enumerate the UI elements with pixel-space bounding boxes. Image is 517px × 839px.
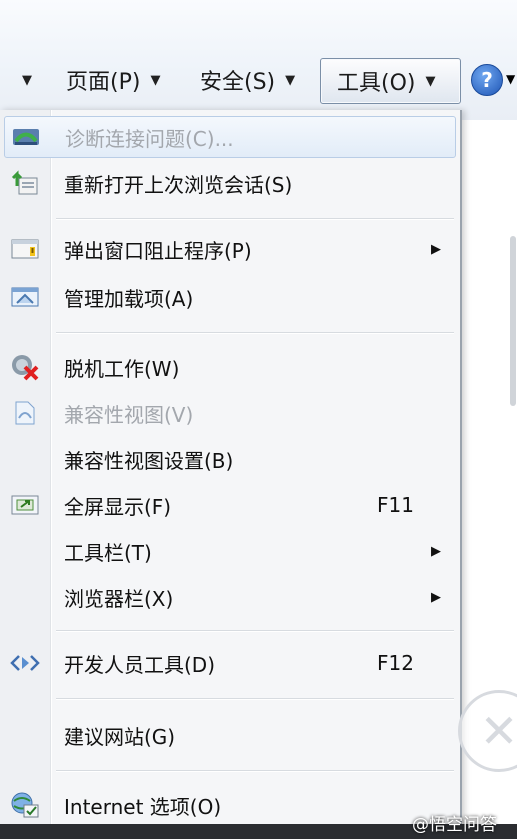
menu-item-reopen-session[interactable]: 重新打开上次浏览会话(S) [4,162,456,204]
menu-separator [56,770,454,772]
chevron-down-icon: ▼ [285,72,296,88]
menu-item-toolbars[interactable]: 工具栏(T) ▶ [4,530,456,572]
submenu-arrow-icon: ▶ [431,589,441,605]
chevron-down-icon: ▼ [425,73,436,89]
menu-item-popup-blocker[interactable]: 弹出窗口阻止程序(P) ▶ [4,228,456,270]
help-icon[interactable]: ? [471,64,503,96]
submenu-arrow-icon: ▶ [431,543,441,559]
shortcut-label: F11 [377,493,414,517]
popup-blocker-icon [10,236,40,262]
browser-screen: ▼ 页面(P) ▼ 安全(S) ▼ 工具(O) ▼ ? ▼ 诊断连接问题(C).… [0,0,517,839]
menu-separator [56,630,454,632]
menu-item-fullscreen[interactable]: 全屏显示(F) F11 [4,484,456,526]
menu-separator [56,218,454,220]
menu-item-suggested-sites[interactable]: 建议网站(G) [4,714,456,756]
tools-menu-label: 工具(O) [337,71,416,96]
chevron-down-icon: ▼ [22,72,32,88]
menu-item-compatibility-view-settings[interactable]: 兼容性视图设置(B) [4,438,456,480]
compatibility-view-icon [10,400,40,426]
chevron-down-icon[interactable]: ▼ [506,72,515,86]
developer-tools-icon [10,650,40,676]
manage-addons-icon [10,284,40,310]
menu-separator [56,698,454,700]
menu-item-developer-tools[interactable]: 开发人员工具(D) F12 [4,642,456,684]
menu-item-compatibility-view[interactable]: 兼容性视图(V) [4,392,456,434]
tools-menu-button[interactable]: 工具(O) ▼ [320,58,461,104]
shortcut-label: F12 [377,651,414,675]
toolbar-partial-item[interactable]: ▼ [0,58,32,102]
menu-item-diagnose-connection[interactable]: 诊断连接问题(C)... [4,116,456,158]
tools-dropdown-menu: 诊断连接问题(C)... 重新打开上次浏览会话(S) 弹出窗口阻止程序(P) ▶… [0,110,462,839]
page-menu-button[interactable]: 页面(P) ▼ [66,58,160,102]
close-icon: ✕ [479,704,517,758]
safety-menu-button[interactable]: 安全(S) ▼ [200,58,295,102]
chevron-down-icon: ▼ [150,72,161,88]
menu-item-manage-addons[interactable]: 管理加载项(A) [4,276,456,318]
page-menu-label: 页面(P) [66,70,141,95]
watermark: @悟空问答 [412,815,497,835]
fullscreen-icon [10,492,40,518]
menu-item-explorer-bars[interactable]: 浏览器栏(X) ▶ [4,576,456,618]
diagnose-connection-icon [11,124,41,150]
submenu-arrow-icon: ▶ [431,241,441,257]
menu-separator [56,332,454,334]
scrollbar[interactable] [510,236,516,406]
internet-options-icon [10,792,40,818]
reopen-session-icon [10,170,40,196]
menu-item-work-offline[interactable]: 脱机工作(W) [4,346,456,388]
work-offline-icon [10,354,40,381]
safety-menu-label: 安全(S) [200,70,276,95]
menu-item-internet-options[interactable]: Internet 选项(O) [4,784,456,826]
command-bar: ▼ 页面(P) ▼ 安全(S) ▼ 工具(O) ▼ ? ▼ [0,0,517,120]
